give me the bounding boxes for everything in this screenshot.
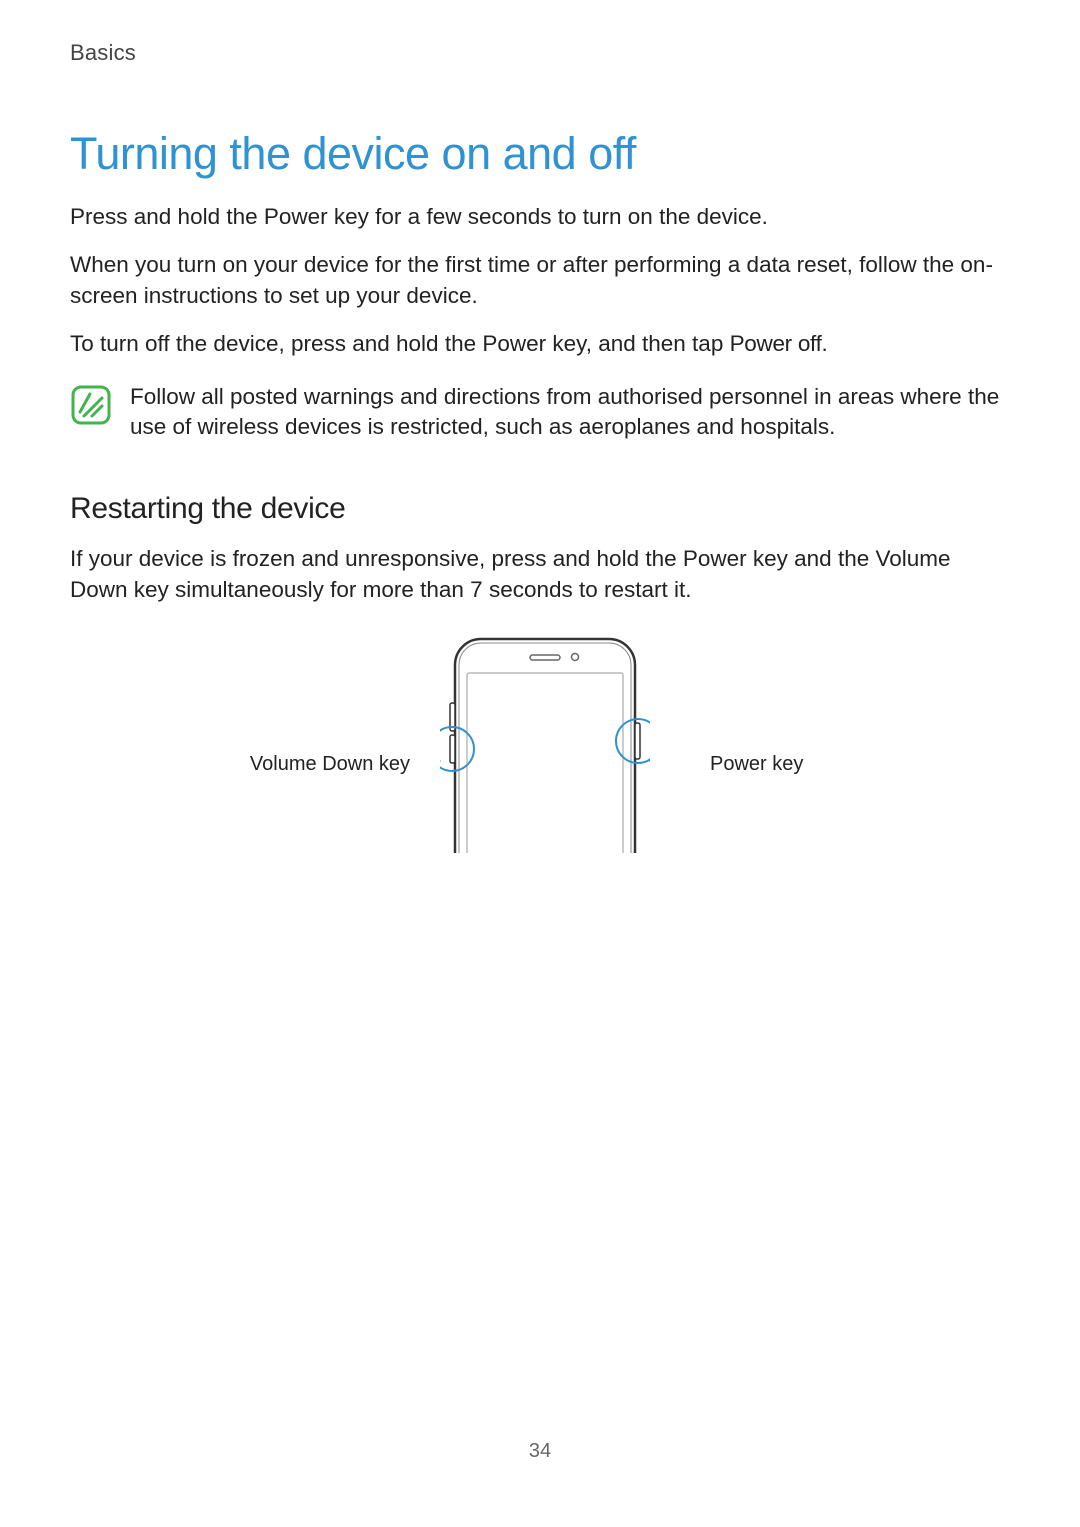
paragraph-3-suffix: . [822, 331, 828, 356]
power-off-label: Power off [730, 331, 822, 356]
paragraph-3: To turn off the device, press and hold t… [70, 329, 1010, 359]
phone-illustration [440, 633, 650, 853]
paragraph-2: When you turn on your device for the fir… [70, 250, 1010, 311]
device-figure: Volume Down key Power key [70, 633, 1010, 853]
power-key-label: Power key [710, 753, 830, 776]
volume-down-key-label: Volume Down key [180, 753, 410, 776]
note-text: Follow all posted warnings and direction… [130, 382, 1010, 443]
restart-paragraph: If your device is frozen and unresponsiv… [70, 544, 1010, 605]
section-header: Basics [70, 40, 1010, 66]
page-title: Turning the device on and off [70, 128, 1010, 180]
paragraph-1: Press and hold the Power key for a few s… [70, 202, 1010, 232]
paragraph-3-prefix: To turn off the device, press and hold t… [70, 331, 730, 356]
note-callout: Follow all posted warnings and direction… [70, 382, 1010, 443]
subheading-restart: Restarting the device [70, 492, 1010, 526]
page-number: 34 [0, 1440, 1080, 1463]
note-icon [70, 384, 112, 426]
